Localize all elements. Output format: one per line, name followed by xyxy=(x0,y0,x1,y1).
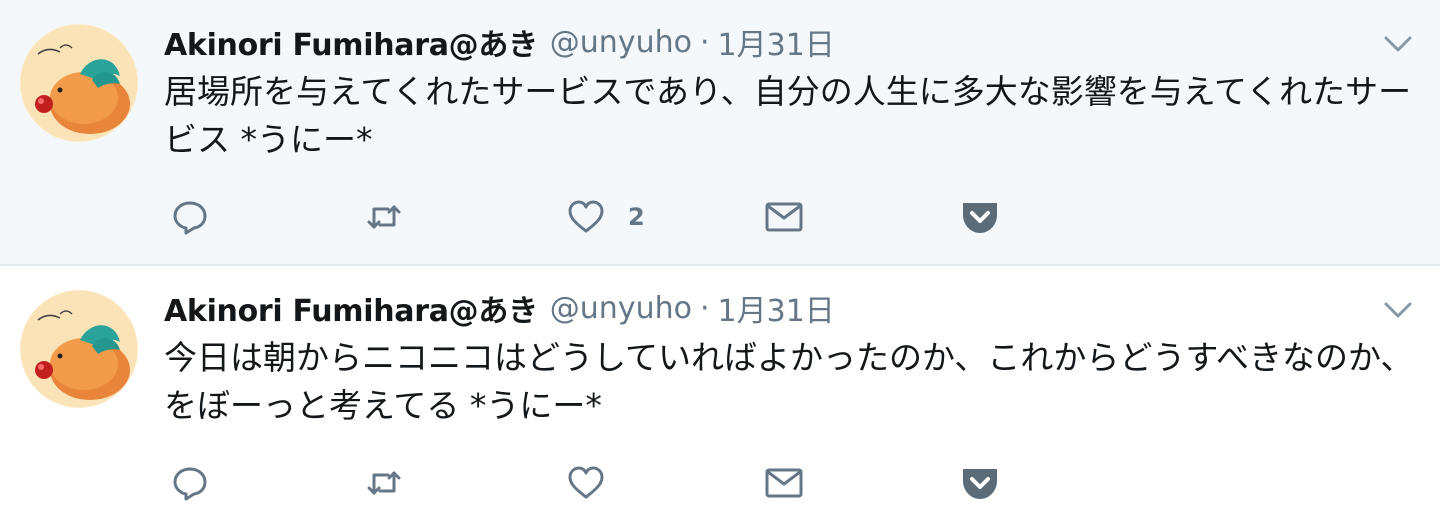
separator: · xyxy=(699,24,710,60)
username[interactable]: @unyuho xyxy=(550,25,692,60)
direct-message-button[interactable] xyxy=(764,458,804,508)
like-button[interactable]: 2 xyxy=(566,192,645,242)
tweet-text: 今日は朝からニコニコはどうしていればよかったのか、これからどうすべきなのか、をぼ… xyxy=(164,338,1414,425)
like-button[interactable] xyxy=(566,458,628,508)
retweet-button[interactable] xyxy=(364,458,404,508)
avatar-image xyxy=(20,290,138,408)
direct-message-button[interactable] xyxy=(764,192,804,242)
tweet[interactable]: Akinori Fumihara@あき @unyuho · 1月31日 今日は朝… xyxy=(0,266,1440,530)
heart-icon xyxy=(568,466,604,499)
username[interactable]: @unyuho xyxy=(550,291,692,326)
separator: · xyxy=(699,290,710,326)
reply-icon xyxy=(173,467,207,501)
pocket-icon xyxy=(963,469,997,499)
mail-icon xyxy=(765,202,803,232)
timestamp[interactable]: 1月31日 xyxy=(718,286,835,330)
avatar-image xyxy=(20,24,138,142)
tweet-header: Akinori Fumihara@あき @unyuho · 1月31日 xyxy=(164,18,835,66)
pocket-button[interactable] xyxy=(960,458,1000,508)
pocket-icon xyxy=(963,203,997,233)
reply-button[interactable] xyxy=(170,192,210,242)
timestamp[interactable]: 1月31日 xyxy=(718,20,835,64)
retweet-icon xyxy=(367,471,401,495)
retweet-icon xyxy=(367,205,401,229)
chevron-down-icon[interactable] xyxy=(1380,294,1416,324)
mail-icon xyxy=(765,468,803,498)
retweet-button[interactable] xyxy=(364,192,404,242)
avatar[interactable] xyxy=(20,24,138,142)
pocket-button[interactable] xyxy=(960,192,1000,242)
avatar[interactable] xyxy=(20,290,138,408)
tweet-actions xyxy=(164,458,1064,508)
like-count: 2 xyxy=(628,203,645,231)
tweet[interactable]: Akinori Fumihara@あき @unyuho · 1月31日 居場所を… xyxy=(0,0,1440,266)
reply-icon xyxy=(173,201,207,235)
tweet-text: 居場所を与えてくれたサービスであり、自分の人生に多大な影響を与えてくれたサービス… xyxy=(164,72,1412,159)
fullname[interactable]: Akinori Fumihara@あき xyxy=(164,286,538,330)
chevron-down-icon[interactable] xyxy=(1380,28,1416,58)
tweet-actions: 2 xyxy=(164,192,1064,242)
tweet-header: Akinori Fumihara@あき @unyuho · 1月31日 xyxy=(164,284,835,332)
reply-button[interactable] xyxy=(170,458,210,508)
fullname[interactable]: Akinori Fumihara@あき xyxy=(164,20,538,64)
heart-icon xyxy=(568,200,604,233)
